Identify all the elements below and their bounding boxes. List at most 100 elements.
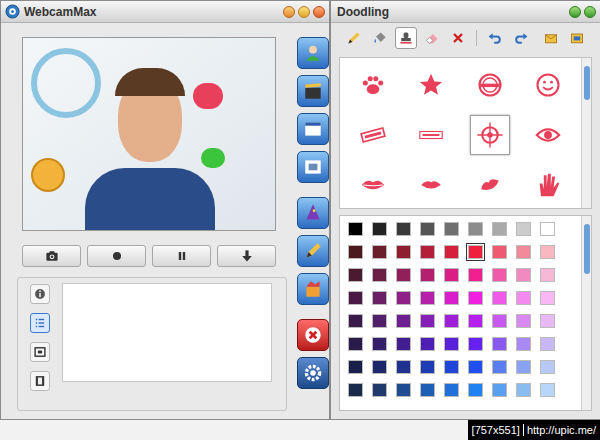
draw-button[interactable] [297,235,329,267]
eye-stamp[interactable] [528,115,568,155]
color-swatch[interactable] [516,383,531,397]
save-tool[interactable] [566,27,588,49]
color-swatch-frame[interactable] [514,381,533,399]
color-swatch[interactable] [348,314,363,328]
color-swatch[interactable] [492,337,507,351]
clear-tool[interactable] [447,27,469,49]
color-swatch-frame[interactable] [418,243,437,261]
color-swatch-frame[interactable] [538,266,557,284]
color-swatch-frame[interactable] [490,220,509,238]
color-swatch[interactable] [396,268,411,282]
color-swatch-frame[interactable] [466,312,485,330]
color-swatch[interactable] [444,245,459,259]
color-swatch-frame[interactable] [418,220,437,238]
color-swatch[interactable] [468,383,483,397]
color-swatch[interactable] [468,268,483,282]
color-swatch-frame[interactable] [442,266,461,284]
color-swatch-frame[interactable] [346,358,365,376]
color-swatch-frame[interactable] [466,335,485,353]
color-swatch[interactable] [348,245,363,259]
color-swatch[interactable] [540,222,555,236]
color-swatch-frame[interactable] [370,358,389,376]
color-swatch[interactable] [492,245,507,259]
color-swatch[interactable] [372,360,387,374]
color-swatch-frame[interactable] [514,289,533,307]
close-button[interactable] [297,319,329,351]
color-swatch-frame[interactable] [394,266,413,284]
color-swatch-frame[interactable] [394,243,413,261]
color-swatch[interactable] [444,337,459,351]
color-swatch[interactable] [420,222,435,236]
color-swatch[interactable] [516,268,531,282]
maximize-button[interactable] [298,6,310,18]
scrollbar[interactable] [581,58,591,208]
color-swatch[interactable] [516,337,531,351]
color-swatch-frame[interactable] [394,289,413,307]
color-swatch-frame[interactable] [466,358,485,376]
color-swatch-frame[interactable] [442,335,461,353]
target-stamp[interactable] [470,115,510,155]
color-swatch[interactable] [444,268,459,282]
color-swatch-frame[interactable] [394,312,413,330]
color-swatch-frame[interactable] [538,220,557,238]
color-swatch[interactable] [420,337,435,351]
frame-button[interactable] [297,113,329,145]
color-swatch[interactable] [540,245,555,259]
close-button[interactable] [313,6,325,18]
magic-button[interactable] [297,197,329,229]
color-swatch-frame[interactable] [346,220,365,238]
color-swatch-frame[interactable] [490,358,509,376]
color-swatch-frame[interactable] [418,312,437,330]
pencil-tool[interactable] [343,27,365,49]
color-swatch-frame[interactable] [466,220,485,238]
color-swatch[interactable] [348,222,363,236]
color-swatch[interactable] [492,383,507,397]
effects-button[interactable] [297,273,329,305]
color-swatch-frame[interactable] [370,381,389,399]
color-swatch-frame[interactable] [394,220,413,238]
color-swatch-frame[interactable] [538,358,557,376]
people-button[interactable] [297,37,329,69]
settings-button[interactable] [297,357,329,389]
color-swatch[interactable] [420,291,435,305]
color-swatch[interactable] [444,291,459,305]
color-swatch-frame[interactable] [346,381,365,399]
scrollbar[interactable] [581,216,591,410]
color-swatch-frame[interactable] [490,381,509,399]
color-swatch[interactable] [540,337,555,351]
color-swatch-frame[interactable] [370,220,389,238]
paw-stamp[interactable] [353,65,393,105]
color-swatch[interactable] [396,291,411,305]
color-swatch[interactable] [540,291,555,305]
color-swatch-frame[interactable] [418,335,437,353]
pause-button[interactable] [152,245,211,267]
color-swatch[interactable] [372,314,387,328]
color-swatch[interactable] [372,245,387,259]
color-swatch-frame[interactable] [346,266,365,284]
color-swatch-frame[interactable] [346,312,365,330]
color-swatch-frame[interactable] [346,243,365,261]
color-swatch-frame[interactable] [466,266,485,284]
color-swatch-frame[interactable] [442,220,461,238]
color-swatch-frame[interactable] [346,289,365,307]
color-swatch[interactable] [468,360,483,374]
color-swatch[interactable] [468,291,483,305]
color-swatch[interactable] [492,314,507,328]
close-button[interactable] [584,6,596,18]
color-swatch[interactable] [372,383,387,397]
color-swatch[interactable] [348,360,363,374]
color-swatch[interactable] [420,360,435,374]
lips-stamp[interactable] [353,165,393,205]
undo-tool[interactable] [484,27,506,49]
color-swatch-frame[interactable] [442,381,461,399]
color-swatch[interactable] [372,337,387,351]
redo-tool[interactable] [510,27,532,49]
color-swatch[interactable] [540,268,555,282]
color-swatch-frame[interactable] [394,381,413,399]
color-swatch[interactable] [540,314,555,328]
color-swatch-frame[interactable] [466,243,485,261]
color-swatch[interactable] [420,245,435,259]
color-swatch[interactable] [516,245,531,259]
color-swatch-frame[interactable] [418,381,437,399]
color-swatch[interactable] [468,222,483,236]
